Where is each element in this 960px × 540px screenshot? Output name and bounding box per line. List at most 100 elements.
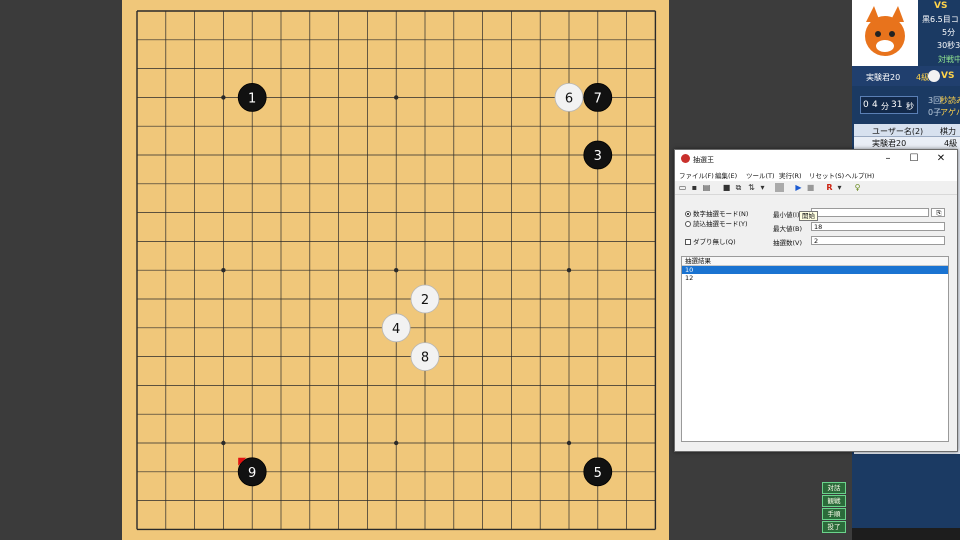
- min-label: 最小値(I): [773, 211, 800, 219]
- dropdown-icon[interactable]: ▾: [758, 183, 767, 192]
- count-label: 抽選数(V): [773, 239, 803, 247]
- black-stone: 3: [583, 140, 613, 170]
- chat-button[interactable]: 対話: [822, 482, 846, 494]
- start-tooltip: 開始: [799, 211, 818, 221]
- random-icon[interactable]: R: [825, 183, 834, 192]
- menu-help[interactable]: ヘルプ(H): [845, 170, 874, 180]
- save-icon[interactable]: ▪: [690, 183, 699, 192]
- player-avatar: [852, 0, 918, 66]
- move-number: 7: [594, 91, 602, 106]
- black-stone: 1: [237, 83, 267, 112]
- no-duplicates-checkbox[interactable]: ダブり無し(Q): [685, 236, 736, 246]
- timer-prefix: 0: [863, 100, 869, 110]
- captures-label: アゲハマ: [940, 108, 960, 117]
- byoyomi-label: 秒読み: [940, 96, 960, 105]
- app-icon: [681, 154, 690, 163]
- go-board[interactable]: 1 2 3 4 5 6 7 8 9: [122, 0, 669, 540]
- timer-display: 0 4 分 31 秒: [860, 96, 918, 114]
- results-list[interactable]: 抽選結果 10 12: [681, 256, 949, 442]
- lottery-dialog[interactable]: 抽選王 – ☐ ✕ ファイル(F) 編集(E) ツール(T) 実行(R) リセッ…: [674, 149, 958, 452]
- move-number: 8: [421, 351, 429, 366]
- timer-minutes-unit: 分: [881, 102, 889, 111]
- user-list-row-rank: 4級: [944, 139, 958, 148]
- min-input[interactable]: [811, 208, 929, 217]
- random-dropdown-icon[interactable]: ▾: [835, 183, 844, 192]
- star-point: [566, 440, 572, 446]
- move-number: 9: [248, 466, 256, 481]
- max-label: 最大値(B): [773, 225, 803, 233]
- minimize-icon[interactable]: –: [875, 152, 901, 166]
- timer-minutes: 4: [872, 100, 878, 110]
- print-icon[interactable]: ▤: [702, 183, 711, 192]
- menu-tools[interactable]: ツール(T): [746, 170, 775, 180]
- move-number: 1: [248, 91, 256, 106]
- move-number: 5: [594, 466, 602, 481]
- count-input[interactable]: 2: [811, 236, 945, 245]
- black-stone: 7: [583, 83, 613, 112]
- results-header: 抽選結果: [682, 257, 948, 266]
- user-list-row-name: 実験君20: [872, 139, 907, 148]
- range-group: 最小値(I) ⎘ 最大値(B) 18 抽選数(V) 2: [767, 205, 951, 252]
- dialog-titlebar[interactable]: 抽選王 – ☐ ✕: [675, 150, 957, 168]
- mode-file-label: 読込抽選モード(Y): [693, 220, 748, 228]
- watch-button[interactable]: 観戦: [822, 495, 846, 507]
- menu-reset[interactable]: リセット(S): [809, 170, 844, 180]
- black-stone: 5: [583, 457, 613, 487]
- resign-button[interactable]: 投了: [822, 521, 846, 533]
- disabled-icon[interactable]: [775, 183, 784, 192]
- close-icon[interactable]: ✕: [928, 152, 954, 166]
- move-number: 2: [421, 293, 429, 308]
- stop-icon[interactable]: ■: [722, 183, 731, 192]
- user-list-header: ユーザー名(2) 棋力: [854, 124, 960, 137]
- mode-numeric-radio[interactable]: 数字抽選モード(N): [685, 208, 748, 218]
- no-duplicates-label: ダブり無し(Q): [693, 238, 736, 246]
- user-list-name-header[interactable]: ユーザー名(2): [872, 126, 923, 137]
- player-name: 実験君20: [866, 73, 901, 82]
- go-board-grid[interactable]: 1 2 3 4 5 6 7 8 9: [122, 0, 669, 540]
- user-list-rank-header[interactable]: 棋力: [940, 126, 956, 137]
- result-item[interactable]: 10: [682, 266, 948, 274]
- maximize-icon[interactable]: ☐: [901, 152, 927, 166]
- pause-icon[interactable]: ■: [806, 183, 815, 192]
- open-icon[interactable]: ▭: [678, 183, 687, 192]
- bottom-toolbar[interactable]: [852, 528, 960, 540]
- rule-text: 黒6.5目コ: [922, 15, 959, 24]
- toolbar: ▭ ▪ ▤ ■ ⧉ ⇅ ▾ ▶ ■ R ▾ ♀: [675, 181, 957, 195]
- fox-avatar-icon: [852, 0, 918, 66]
- sort-icon[interactable]: ⇅: [747, 183, 756, 192]
- white-stone: 8: [410, 342, 440, 372]
- move-number: 4: [392, 322, 400, 337]
- timer-seconds-unit: 秒: [906, 102, 914, 111]
- game-status-text: 対戦中: [938, 55, 960, 64]
- star-point: [394, 440, 399, 446]
- result-item[interactable]: 12: [682, 274, 948, 282]
- black-stone: 9: [237, 457, 267, 487]
- vs-label: VS: [934, 1, 948, 11]
- max-input[interactable]: 18: [811, 222, 945, 231]
- star-point: [394, 268, 399, 273]
- move-number: 3: [594, 149, 602, 164]
- help-icon[interactable]: ♀: [853, 183, 862, 192]
- mode-numeric-label: 数字抽選モード(N): [693, 210, 749, 218]
- menu-run[interactable]: 実行(R): [779, 170, 802, 180]
- moves-button[interactable]: 手順: [822, 508, 846, 520]
- star-point: [394, 95, 399, 100]
- star-point: [221, 440, 226, 446]
- copy-icon[interactable]: ⧉: [734, 183, 743, 192]
- star-point: [221, 268, 226, 273]
- browse-button[interactable]: ⎘: [931, 208, 945, 217]
- mode-group: 数字抽選モード(N) 読込抽選モード(Y) ダブり無し(Q): [681, 205, 763, 251]
- star-point: [221, 95, 226, 100]
- mode-file-radio[interactable]: 読込抽選モード(Y): [685, 218, 748, 228]
- white-stone: 2: [410, 284, 440, 314]
- menu-file[interactable]: ファイル(F): [679, 170, 714, 180]
- main-time-text: 5分: [942, 28, 956, 37]
- white-stone: 6: [554, 83, 584, 112]
- star-point: [566, 268, 572, 273]
- menu-edit[interactable]: 編集(E): [715, 170, 737, 180]
- start-icon[interactable]: ▶: [794, 183, 803, 192]
- player-row: 実験君20 4級 VS: [852, 66, 960, 86]
- user-list-row[interactable]: 実験君20 4級: [854, 137, 960, 148]
- white-stone: 4: [381, 313, 411, 343]
- move-number: 6: [565, 91, 573, 106]
